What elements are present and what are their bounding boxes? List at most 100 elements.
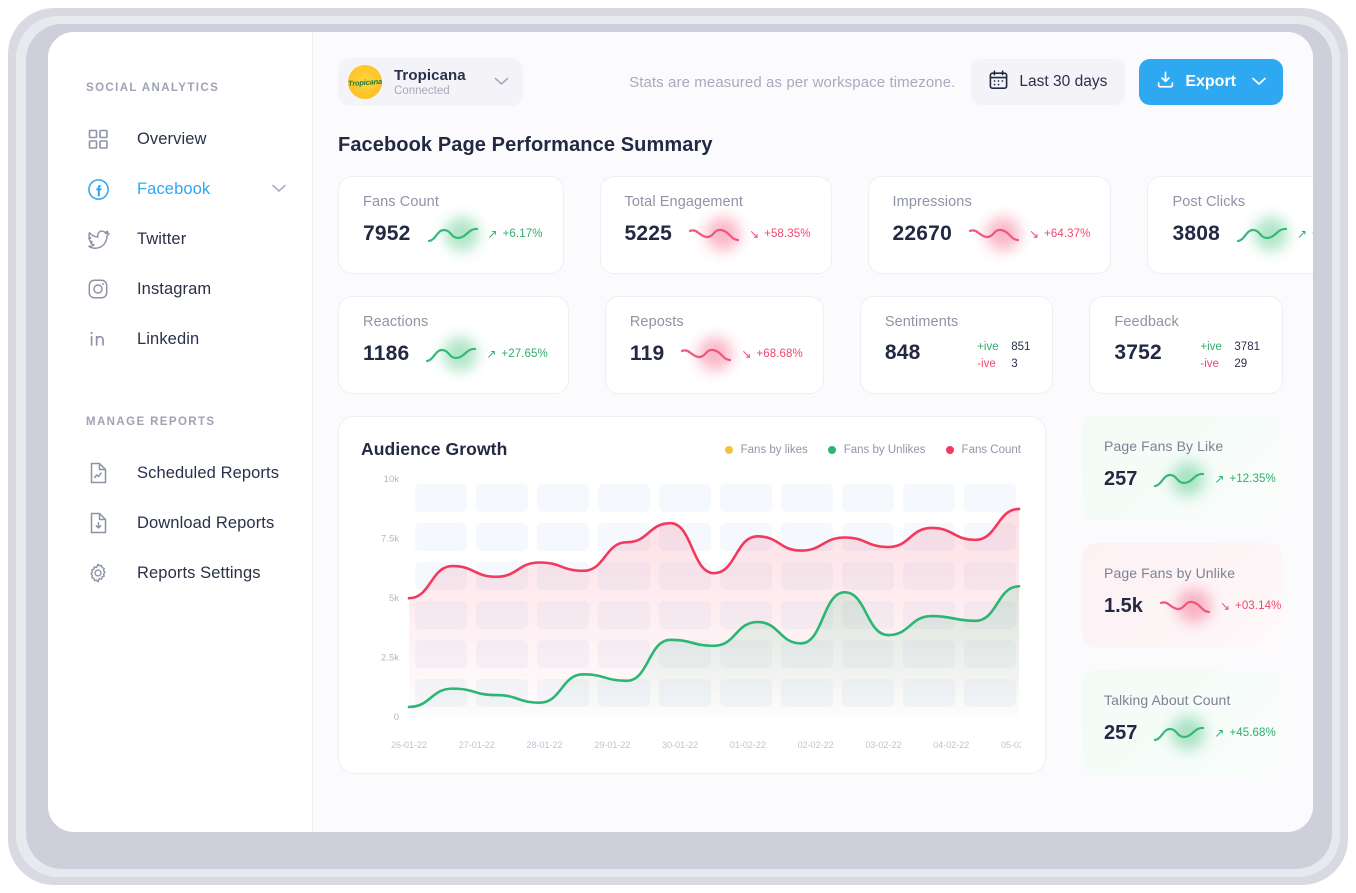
workspace-name: Tropicana bbox=[394, 67, 466, 84]
main-content: Tropicana Tropicana Connected Stats are … bbox=[313, 32, 1313, 832]
stat-value: 3752 bbox=[1114, 341, 1162, 365]
sidebar-item-label: Scheduled Reports bbox=[137, 464, 279, 483]
sidebar-section-manage-reports: MANAGE REPORTS bbox=[48, 416, 312, 428]
svg-text:05-02-22: 05-02-22 bbox=[1001, 740, 1021, 750]
sidebar-item-twitter[interactable]: Twitter bbox=[48, 214, 312, 264]
sentiment-breakdown: +ive 3781 -ive 29 bbox=[1200, 341, 1260, 375]
instagram-icon bbox=[86, 277, 110, 301]
side-card-label: Page Fans By Like bbox=[1104, 438, 1283, 454]
sentiment-positive: +ive 3781 bbox=[1200, 341, 1260, 353]
sentiment-positive-tag: +ive bbox=[1200, 341, 1228, 353]
stat-card-total-engagement[interactable]: Total Engagement 5225 ↘ +58.35% bbox=[600, 176, 832, 274]
trend-down-icon: ↘ bbox=[1220, 600, 1230, 612]
side-card-delta: ↘ +03.14% bbox=[1220, 600, 1281, 612]
stat-label: Post Clicks bbox=[1172, 194, 1313, 210]
sidebar-item-label: Download Reports bbox=[137, 514, 274, 533]
stat-value: 5225 bbox=[625, 222, 673, 246]
sparkline-up-icon bbox=[427, 221, 479, 247]
chevron-down-icon[interactable] bbox=[272, 180, 286, 198]
sidebar-item-label: Instagram bbox=[137, 280, 211, 299]
legend-item-fans-by-unlikes[interactable]: Fans by Unlikes bbox=[828, 444, 926, 456]
sentiment-positive: +ive 851 bbox=[977, 341, 1030, 353]
sentiment-breakdown: +ive 851 -ive 3 bbox=[977, 341, 1030, 375]
stat-card-reposts[interactable]: Reposts 119 ↘ +68.68% bbox=[605, 296, 824, 394]
svg-text:27-01-22: 27-01-22 bbox=[459, 740, 495, 750]
calendar-icon bbox=[989, 70, 1008, 95]
export-button[interactable]: Export bbox=[1139, 59, 1283, 105]
sidebar-item-scheduled-reports[interactable]: Scheduled Reports bbox=[48, 448, 312, 498]
side-card-talking-about-count[interactable]: Talking About Count 257 ↗ +45.68% bbox=[1082, 670, 1283, 775]
stat-delta: ↗ +27.65% bbox=[486, 348, 547, 360]
side-metric-cards: Page Fans By Like 257 ↗ +12.35% bbox=[1082, 416, 1283, 775]
stat-card-fans-count[interactable]: Fans Count 7952 ↗ +6.17% bbox=[338, 176, 564, 274]
stat-card-post-clicks[interactable]: Post Clicks 3808 ↗ +31.25% bbox=[1147, 176, 1313, 274]
workspace-logo-text: Tropicana bbox=[348, 76, 382, 87]
stat-card-sentiments[interactable]: Sentiments 848 +ive 851 -ive 3 bbox=[860, 296, 1054, 394]
legend-item-fans-by-likes[interactable]: Fans by likes bbox=[725, 444, 808, 456]
sidebar-section-social-analytics: SOCIAL ANALYTICS bbox=[48, 82, 312, 94]
stat-delta-value: +58.35% bbox=[764, 228, 810, 240]
sidebar-item-instagram[interactable]: Instagram bbox=[48, 264, 312, 314]
stat-card-impressions[interactable]: Impressions 22670 ↘ +64.37% bbox=[868, 176, 1112, 274]
stat-delta-value: +31.25% bbox=[1312, 228, 1313, 240]
stat-delta-value: +6.17% bbox=[503, 228, 543, 240]
sidebar-item-reports-settings[interactable]: Reports Settings bbox=[48, 548, 312, 598]
chart-x-axis: 26-01-2227-01-2228-01-2229-01-2230-01-22… bbox=[391, 740, 1021, 750]
sparkline-down-icon bbox=[680, 341, 732, 367]
stat-label: Fans Count bbox=[363, 194, 543, 210]
date-range-label: Last 30 days bbox=[1019, 73, 1107, 91]
grid-icon bbox=[86, 127, 110, 151]
gear-icon bbox=[86, 561, 110, 585]
workspace-selector[interactable]: Tropicana Tropicana Connected bbox=[338, 58, 523, 106]
sidebar-item-facebook[interactable]: Facebook bbox=[48, 164, 312, 214]
stat-label: Total Engagement bbox=[625, 194, 811, 210]
stat-delta: ↗ +31.25% bbox=[1297, 228, 1313, 240]
sentiment-negative: -ive 3 bbox=[977, 358, 1030, 370]
facebook-icon bbox=[86, 177, 110, 201]
workspace-text: Tropicana Connected bbox=[394, 67, 466, 97]
stat-card-feedback[interactable]: Feedback 3752 +ive 3781 -ive 29 bbox=[1089, 296, 1283, 394]
legend-label: Fans by Unlikes bbox=[844, 444, 926, 456]
trend-down-icon: ↘ bbox=[1029, 228, 1039, 240]
sentiment-negative: -ive 29 bbox=[1200, 358, 1260, 370]
download-icon bbox=[1156, 70, 1175, 94]
chart-header: Audience Growth Fans by likes Fans by Un… bbox=[361, 439, 1021, 460]
sidebar-item-download-reports[interactable]: Download Reports bbox=[48, 498, 312, 548]
stat-value: 22670 bbox=[893, 222, 952, 246]
workspace-status: Connected bbox=[394, 85, 466, 97]
side-card-page-fans-by-like[interactable]: Page Fans By Like 257 ↗ +12.35% bbox=[1082, 416, 1283, 521]
sparkline-down-icon bbox=[968, 221, 1020, 247]
chevron-down-icon[interactable] bbox=[494, 73, 509, 91]
sidebar-item-overview[interactable]: Overview bbox=[48, 114, 312, 164]
trend-down-icon: ↘ bbox=[749, 228, 759, 240]
svg-text:5k: 5k bbox=[389, 593, 399, 604]
app-window: SOCIAL ANALYTICS Overview Facebook bbox=[48, 32, 1313, 832]
document-chart-icon bbox=[86, 461, 110, 485]
stat-delta-value: +64.37% bbox=[1044, 228, 1090, 240]
sidebar-item-label: Reports Settings bbox=[137, 564, 261, 583]
trend-down-icon: ↘ bbox=[741, 348, 751, 360]
sentiment-positive-tag: +ive bbox=[977, 341, 1005, 353]
legend-dot-icon bbox=[725, 446, 733, 454]
svg-text:28-01-22: 28-01-22 bbox=[527, 740, 563, 750]
sparkline-up-icon bbox=[1236, 221, 1288, 247]
stat-card-row-1: Fans Count 7952 ↗ +6.17% To bbox=[338, 176, 1283, 274]
date-range-selector[interactable]: Last 30 days bbox=[971, 59, 1125, 105]
chevron-down-icon[interactable] bbox=[1252, 73, 1266, 91]
legend-dot-icon bbox=[946, 446, 954, 454]
page-title: Facebook Page Performance Summary bbox=[338, 134, 1283, 157]
sparkline-down-icon bbox=[688, 221, 740, 247]
legend-dot-icon bbox=[828, 446, 836, 454]
chart-legend: Fans by likes Fans by Unlikes Fans Count bbox=[725, 444, 1021, 456]
stat-label: Reposts bbox=[630, 314, 803, 330]
side-card-label: Page Fans by Unlike bbox=[1104, 565, 1283, 581]
stat-card-reactions[interactable]: Reactions 1186 ↗ +27.65% bbox=[338, 296, 569, 394]
sidebar-item-linkedin[interactable]: Linkedin bbox=[48, 314, 312, 364]
side-card-value: 1.5k bbox=[1104, 595, 1143, 618]
legend-item-fans-count[interactable]: Fans Count bbox=[946, 444, 1021, 456]
sentiment-negative-value: 29 bbox=[1234, 358, 1247, 370]
twitter-icon bbox=[86, 227, 110, 251]
sentiment-negative-value: 3 bbox=[1011, 358, 1017, 370]
sidebar-item-label: Facebook bbox=[137, 180, 210, 199]
side-card-page-fans-by-unlike[interactable]: Page Fans by Unlike 1.5k ↘ +03.14% bbox=[1082, 543, 1283, 648]
